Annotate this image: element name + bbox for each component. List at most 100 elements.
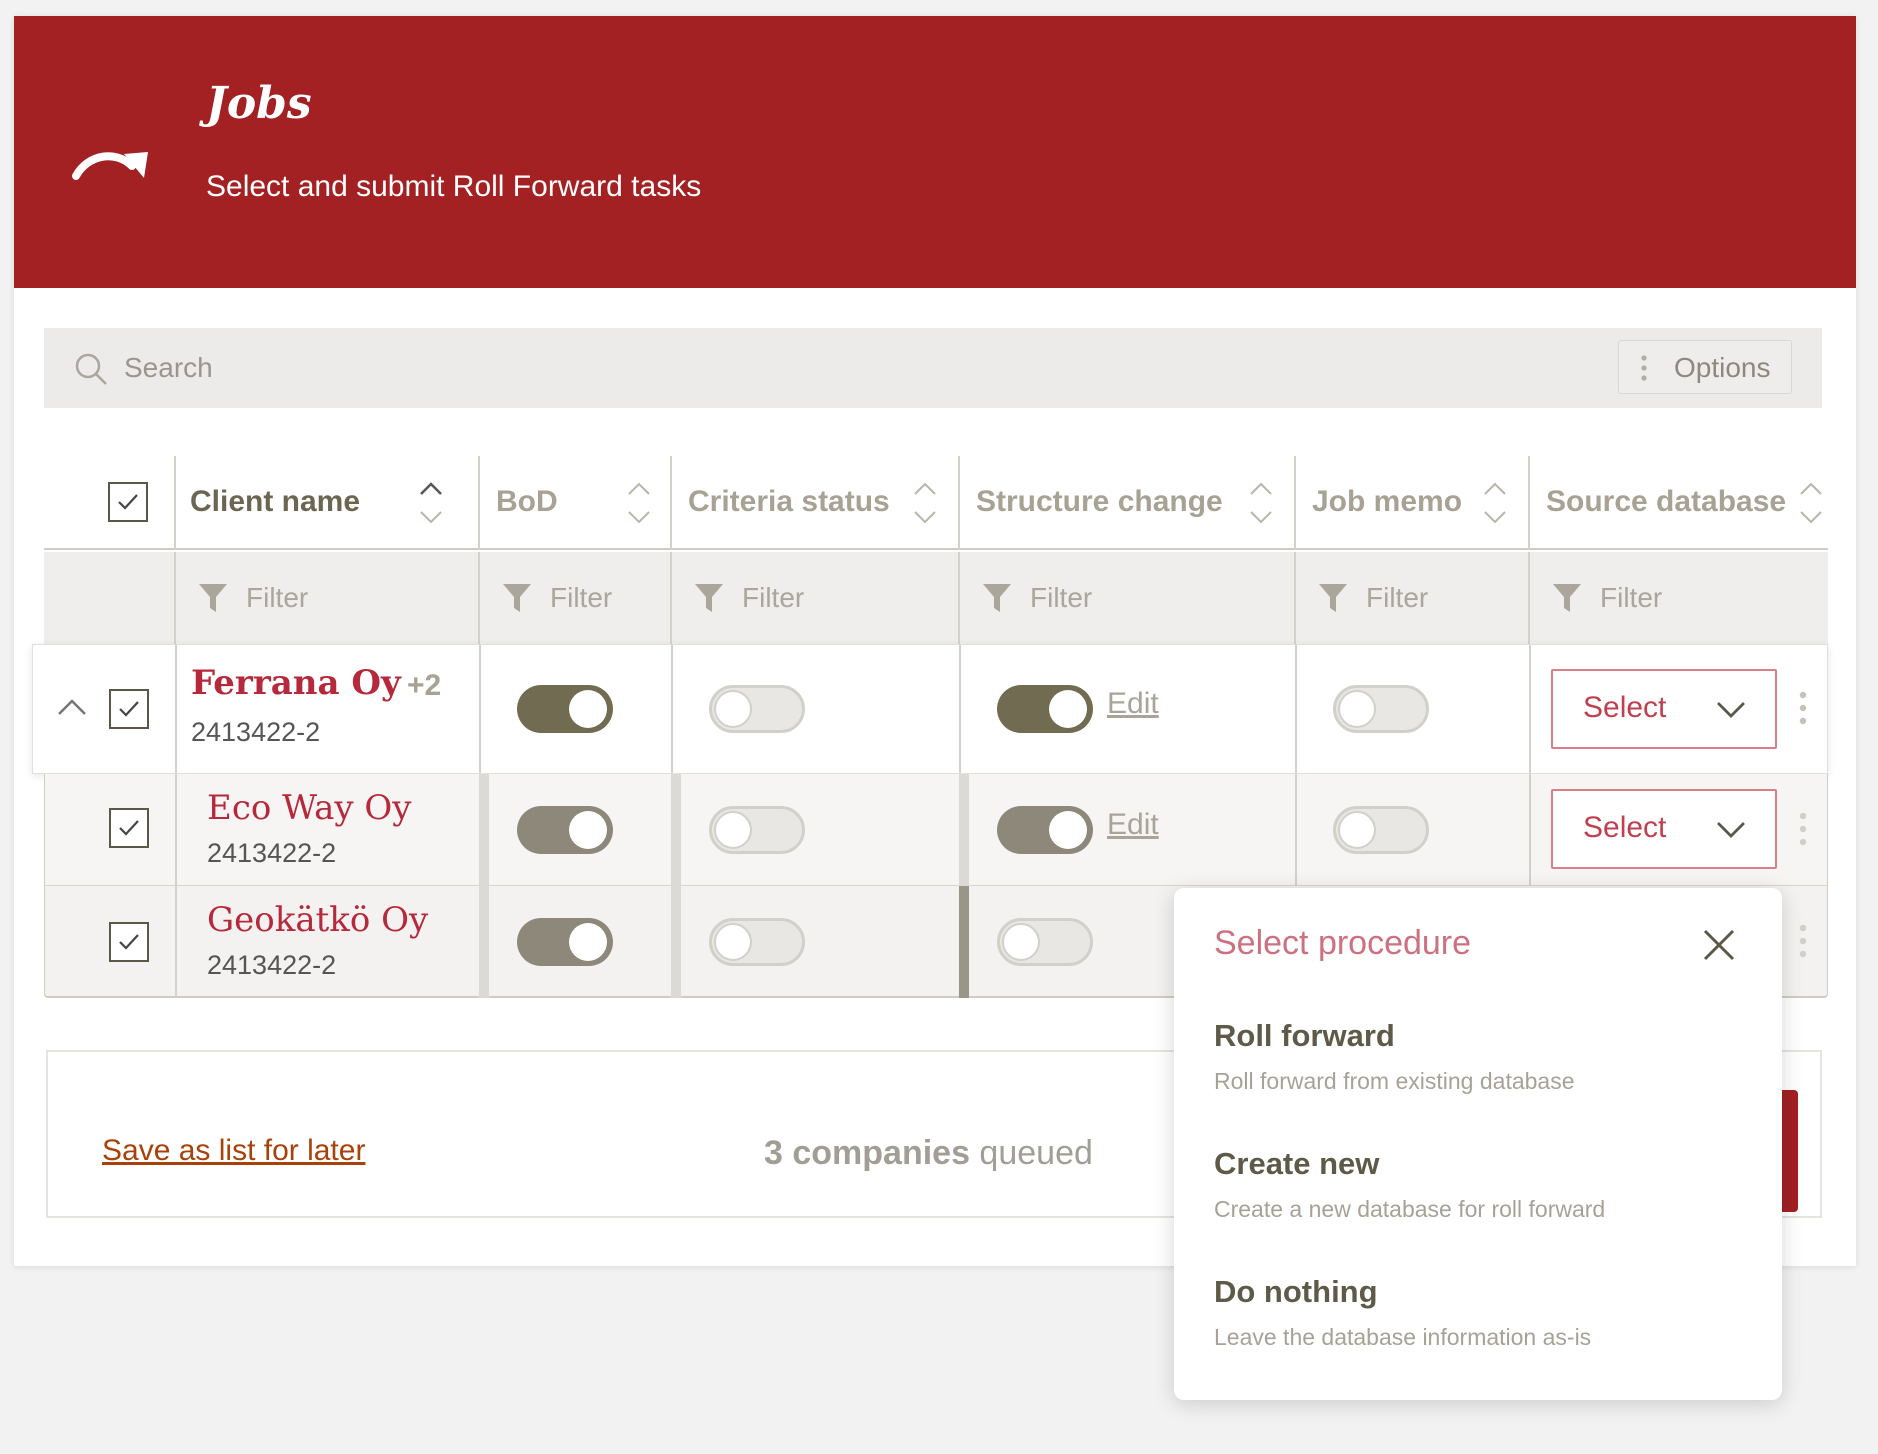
toggle-knob — [1338, 690, 1376, 728]
procedure-option-create-new[interactable]: Create new Create a new database for rol… — [1214, 1146, 1734, 1242]
toggle-knob — [569, 923, 607, 961]
row-menu-icon[interactable] — [1799, 691, 1807, 725]
column-divider — [959, 645, 961, 773]
criteria-status-toggle[interactable] — [709, 806, 805, 854]
search-bar[interactable]: Search Options — [44, 328, 1822, 408]
column-divider — [175, 886, 177, 998]
job-memo-toggle[interactable] — [1333, 806, 1429, 854]
chevron-up-icon[interactable] — [57, 697, 87, 717]
job-memo-toggle[interactable] — [1333, 685, 1429, 733]
column-divider — [959, 886, 969, 998]
client-name[interactable]: Geokätkö Oy — [207, 900, 428, 940]
select-all-checkbox[interactable] — [108, 482, 148, 522]
select-procedure-popup: Select procedure Roll forward Roll forwa… — [1174, 888, 1782, 1400]
sort-icon[interactable] — [1482, 476, 1508, 530]
column-divider — [175, 774, 177, 886]
filter-placeholder: Filter — [742, 582, 805, 613]
column-criteria-status[interactable]: Criteria status — [670, 456, 956, 550]
filter-placeholder: Filter — [246, 582, 309, 613]
column-divider — [174, 552, 176, 644]
client-id: 2413422-2 — [207, 950, 337, 980]
toggle-knob — [714, 923, 752, 961]
column-divider — [479, 645, 481, 773]
filter-icon — [199, 584, 227, 612]
select-label: Select — [1583, 811, 1667, 844]
column-structure-change[interactable]: Structure change — [958, 456, 1292, 550]
filter-client-name[interactable]: Filter — [198, 580, 398, 616]
client-name[interactable]: Eco Way Oy — [207, 788, 412, 828]
column-label: Structure change — [976, 485, 1223, 518]
toggle-knob — [1049, 811, 1087, 849]
column-label: Source database — [1546, 485, 1787, 518]
save-as-list-link[interactable]: Save as list for later — [102, 1134, 365, 1168]
column-divider — [959, 774, 969, 886]
queued-suffix: queued — [969, 1134, 1093, 1172]
option-description: Create a new database for roll forward — [1214, 1196, 1606, 1222]
checkmark-icon — [119, 820, 139, 836]
close-icon[interactable] — [1702, 928, 1736, 962]
bod-toggle[interactable] — [517, 806, 613, 854]
row-menu-icon[interactable] — [1799, 924, 1807, 958]
sort-icon[interactable] — [418, 476, 444, 530]
column-divider — [671, 886, 681, 998]
bod-toggle[interactable] — [517, 918, 613, 966]
structure-change-toggle[interactable] — [997, 806, 1093, 854]
column-divider — [1529, 645, 1531, 773]
filter-icon — [695, 584, 723, 612]
filter-source-database[interactable]: Filter — [1552, 580, 1752, 616]
column-divider — [1528, 456, 1530, 550]
filter-job-memo[interactable]: Filter — [1318, 580, 1518, 616]
checkmark-icon — [118, 494, 138, 510]
toggle-knob — [714, 690, 752, 728]
filter-icon — [1319, 584, 1347, 612]
procedure-option-roll-forward[interactable]: Roll forward Roll forward from existing … — [1214, 1018, 1734, 1114]
roll-forward-arrow-icon — [72, 152, 148, 180]
filter-placeholder: Filter — [1600, 582, 1663, 613]
column-client-name[interactable]: Client name — [172, 456, 476, 550]
toggle-knob — [569, 690, 607, 728]
sort-icon[interactable] — [1248, 476, 1274, 530]
row-menu-icon[interactable] — [1799, 812, 1807, 846]
filter-criteria-status[interactable]: Filter — [694, 580, 894, 616]
column-label: Client name — [190, 485, 361, 518]
criteria-status-toggle[interactable] — [709, 918, 805, 966]
row-checkbox[interactable] — [109, 689, 149, 729]
column-divider — [174, 456, 176, 550]
procedure-option-do-nothing[interactable]: Do nothing Leave the database informatio… — [1214, 1274, 1734, 1370]
column-divider — [1528, 552, 1530, 644]
sort-icon[interactable] — [912, 476, 938, 530]
column-divider — [479, 774, 489, 886]
client-extra-count: +2 — [407, 669, 442, 702]
option-title: Roll forward — [1214, 1018, 1395, 1053]
column-bod[interactable]: BoD — [478, 456, 668, 550]
structure-edit-link[interactable]: Edit — [1107, 808, 1159, 842]
page-header: Jobs Select and submit Roll Forward task… — [14, 16, 1856, 288]
table-row[interactable]: Ferrana Oy +2 2413422-2 Edit Select — [32, 644, 1828, 774]
structure-change-toggle[interactable] — [997, 685, 1093, 733]
column-divider — [671, 645, 673, 773]
bod-toggle[interactable] — [517, 685, 613, 733]
structure-change-toggle[interactable] — [997, 918, 1093, 966]
row-checkbox[interactable] — [109, 922, 149, 962]
column-divider — [958, 456, 960, 550]
source-database-select[interactable]: Select — [1551, 669, 1777, 749]
structure-edit-link[interactable]: Edit — [1107, 687, 1159, 721]
column-divider — [671, 774, 681, 886]
sort-icon[interactable] — [1798, 476, 1824, 530]
option-title: Create new — [1214, 1146, 1380, 1181]
table-row[interactable]: Eco Way Oy 2413422-2 Edit Select — [44, 774, 1828, 886]
column-source-database[interactable]: Source database — [1528, 456, 1828, 550]
filter-structure-change[interactable]: Filter — [982, 580, 1182, 616]
source-database-select[interactable]: Select — [1551, 789, 1777, 869]
sort-icon[interactable] — [626, 476, 652, 530]
criteria-status-toggle[interactable] — [709, 685, 805, 733]
search-input[interactable]: Search — [124, 352, 213, 384]
queued-count: 3 companies — [764, 1134, 970, 1172]
filter-bod[interactable]: Filter — [502, 580, 662, 616]
row-checkbox[interactable] — [109, 808, 149, 848]
client-name[interactable]: Ferrana Oy — [191, 663, 401, 703]
options-button[interactable]: Options — [1618, 340, 1792, 394]
column-job-memo[interactable]: Job memo — [1294, 456, 1526, 550]
toggle-knob — [1338, 811, 1376, 849]
checkmark-icon — [119, 934, 139, 950]
